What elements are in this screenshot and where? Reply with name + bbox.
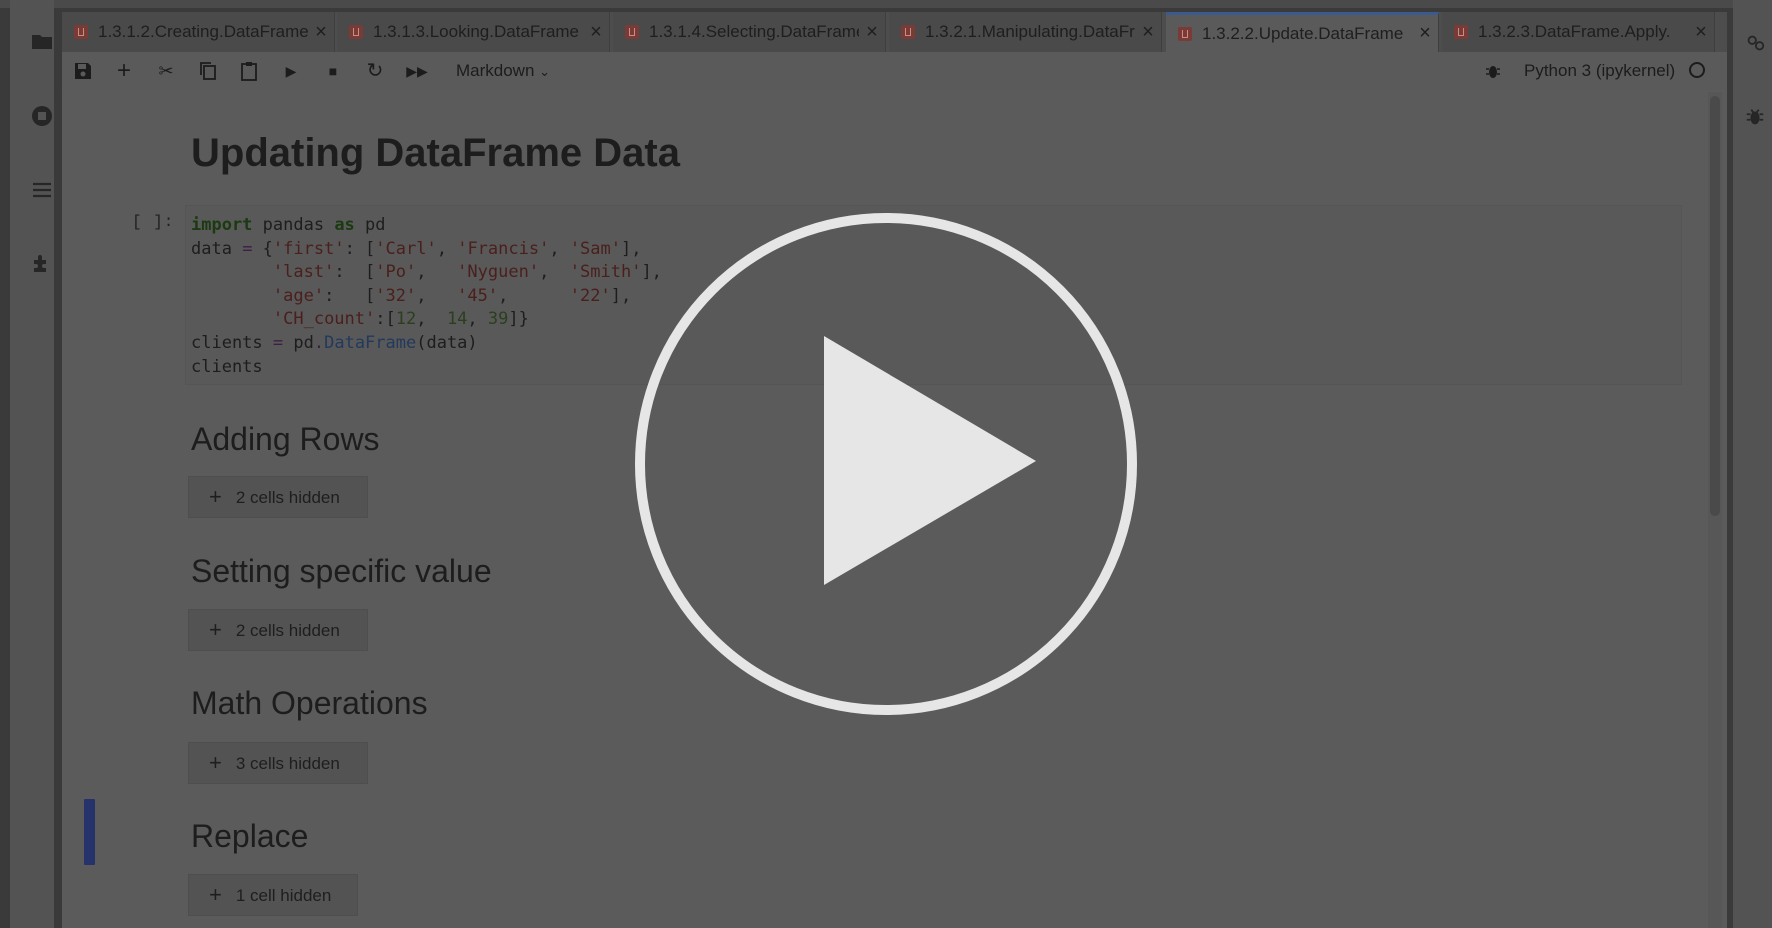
play-button-overlay[interactable] [0, 0, 1772, 928]
play-icon[interactable] [824, 336, 1036, 585]
